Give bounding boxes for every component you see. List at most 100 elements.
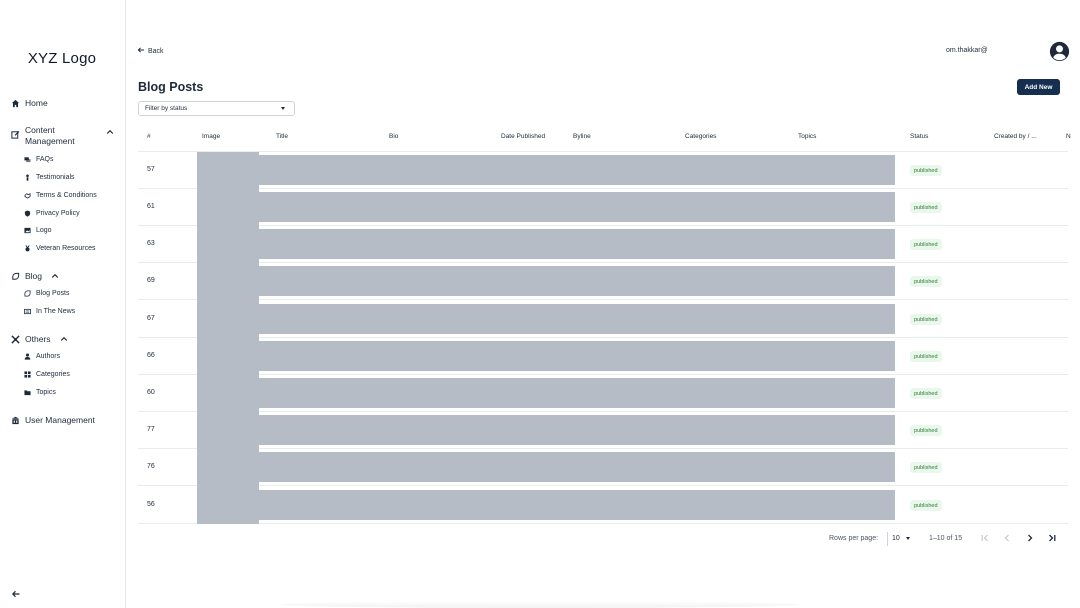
chevron-up-icon[interactable] <box>51 272 59 280</box>
last-page-button[interactable] <box>1046 533 1058 545</box>
nav-content-management[interactable]: Content Management <box>11 125 114 147</box>
add-new-button[interactable]: Add New <box>1017 79 1060 95</box>
nav-blog-posts[interactable]: Blog Posts <box>24 290 69 297</box>
handshake-icon <box>24 192 31 199</box>
column-header-byline[interactable]: Byline <box>573 133 591 140</box>
table-row[interactable]: 76 published <box>138 449 1068 486</box>
rows-per-page-value: 10 <box>892 535 900 542</box>
row-id: 56 <box>147 501 155 508</box>
nav-topics-label: Topics <box>36 389 56 396</box>
table-row[interactable]: 61 published <box>138 189 1068 226</box>
status-badge: published <box>910 500 942 511</box>
column-header-truncated: N <box>1066 133 1071 140</box>
sidebar: XYZ Logo Home Content Management FAQs Te… <box>0 0 126 608</box>
nav-terms[interactable]: Terms & Conditions <box>24 192 97 199</box>
account-circle-icon <box>1049 41 1070 66</box>
nav-categories-label: Categories <box>36 371 70 378</box>
nav-testimonials-label: Testimonials <box>36 174 75 181</box>
row-id: 69 <box>147 277 155 284</box>
column-header-image: Image <box>202 133 221 140</box>
collapse-sidebar-button[interactable] <box>10 589 22 601</box>
table-row[interactable]: 60 published <box>138 375 1068 412</box>
caret-down-icon <box>281 107 285 110</box>
rows-per-page-select[interactable]: 10 <box>892 535 910 542</box>
nav-home-label: Home <box>25 98 48 108</box>
redacted-content <box>259 452 895 482</box>
table-row[interactable]: 57 published <box>138 152 1068 189</box>
back-link[interactable]: Back <box>137 46 164 56</box>
status-badge: published <box>910 462 942 473</box>
nav-in-the-news-label: In The News <box>36 308 76 315</box>
status-badge: published <box>910 425 942 436</box>
status-badge: published <box>910 388 942 399</box>
blog-icon <box>11 272 20 281</box>
nav-logo[interactable]: Logo <box>24 227 52 234</box>
nav-faqs[interactable]: FAQs <box>24 156 54 163</box>
redacted-content <box>259 229 895 259</box>
arrow-left-icon <box>11 586 21 604</box>
page-title: Blog Posts <box>138 80 204 94</box>
nav-privacy-policy[interactable]: Privacy Policy <box>24 210 80 217</box>
nav-home[interactable]: Home <box>11 98 48 108</box>
nav-user-management-label: User Management <box>25 415 95 425</box>
nav-categories[interactable]: Categories <box>24 371 70 378</box>
user-email: om.thakkar@ <box>946 47 988 54</box>
nav-blog-label: Blog <box>25 271 43 281</box>
status-filter-select[interactable]: Filter by status <box>138 101 295 116</box>
column-header-created-by[interactable]: Created by / ... <box>994 133 1037 140</box>
last-page-icon <box>1047 530 1057 548</box>
chevron-up-icon[interactable] <box>106 128 114 136</box>
table-row[interactable]: 67 published <box>138 301 1068 338</box>
app-logo: XYZ Logo <box>27 50 97 67</box>
nav-in-the-news[interactable]: In The News <box>24 308 75 315</box>
previous-page-button[interactable] <box>1001 533 1013 545</box>
nav-others[interactable]: Others <box>11 334 68 344</box>
nav-content-management-label: Content Management <box>25 125 75 146</box>
redacted-content <box>259 378 895 408</box>
nav-authors[interactable]: Authors <box>24 353 60 360</box>
table-row[interactable]: 63 published <box>138 226 1068 263</box>
account-avatar[interactable] <box>1049 41 1070 62</box>
nav-authors-label: Authors <box>36 353 61 360</box>
table-row[interactable]: 77 published <box>138 412 1068 449</box>
others-icon <box>11 334 20 344</box>
status-filter-placeholder: Filter by status <box>145 105 188 112</box>
first-page-button[interactable] <box>979 533 991 545</box>
table-row[interactable]: 56 published <box>138 487 1068 524</box>
row-id: 63 <box>147 240 155 247</box>
nav-veteran-resources-label: Veteran Resources <box>36 245 96 252</box>
pagination-divider <box>887 532 888 546</box>
row-id: 66 <box>147 352 155 359</box>
column-header-status[interactable]: Status <box>910 133 928 140</box>
table-row[interactable]: 66 published <box>138 338 1068 375</box>
first-page-icon <box>980 530 990 548</box>
redacted-content <box>259 304 895 334</box>
redacted-image-column <box>197 152 259 524</box>
redacted-content <box>259 192 895 222</box>
redacted-content <box>259 341 895 371</box>
nav-testimonials[interactable]: Testimonials <box>24 174 75 181</box>
nav-veteran-resources[interactable]: Veteran Resources <box>24 245 96 252</box>
column-header-bio[interactable]: Bio <box>389 133 398 140</box>
column-header-title[interactable]: Title <box>276 133 288 140</box>
row-id: 61 <box>147 203 155 210</box>
status-badge: published <box>910 165 942 176</box>
next-page-button[interactable] <box>1024 533 1036 545</box>
table-row[interactable]: 69 published <box>138 263 1068 300</box>
nav-user-management[interactable]: User Management <box>11 415 95 425</box>
nav-blog[interactable]: Blog <box>11 271 59 281</box>
building-icon <box>11 416 20 425</box>
status-badge: published <box>910 276 942 287</box>
nav-topics[interactable]: Topics <box>24 389 56 396</box>
redacted-content <box>259 266 895 296</box>
person-icon <box>24 174 31 181</box>
grid-icon <box>24 371 31 378</box>
folder-icon <box>24 389 31 396</box>
newspaper-icon <box>24 308 31 315</box>
back-label: Back <box>148 47 164 55</box>
row-id: 57 <box>147 166 155 173</box>
column-header-categories[interactable]: Categories <box>685 133 716 140</box>
chevron-up-icon[interactable] <box>60 335 68 343</box>
column-header-topics[interactable]: Topics <box>798 133 816 140</box>
column-header-date-published[interactable]: Date Published <box>501 133 545 140</box>
